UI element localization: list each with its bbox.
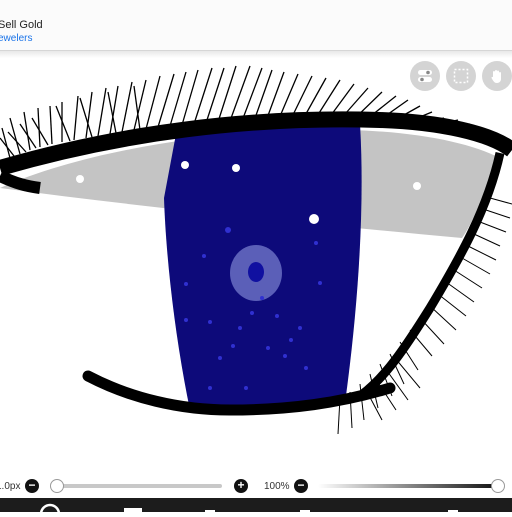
toolbar-icons bbox=[39, 503, 458, 517]
ad-subtitle[interactable]: ewelers bbox=[0, 33, 32, 44]
brush-size-increase-button[interactable]: + bbox=[234, 479, 248, 493]
brush-size-slider[interactable] bbox=[54, 484, 222, 488]
drawing-canvas[interactable] bbox=[0, 58, 512, 474]
ad-title[interactable]: Sell Gold bbox=[0, 19, 43, 31]
selection-icon bbox=[453, 68, 469, 84]
opacity-thumb[interactable] bbox=[491, 479, 505, 493]
brush-size-value: 1.0px bbox=[0, 481, 21, 492]
bottom-toolbar bbox=[0, 498, 512, 517]
layers-toggle-button[interactable] bbox=[410, 61, 440, 91]
pupil-inner bbox=[248, 262, 264, 282]
ad-banner[interactable]: Sell Gold ewelers bbox=[0, 0, 512, 51]
opacity-value: 100% bbox=[264, 481, 290, 492]
ad-divider bbox=[0, 51, 512, 58]
selection-button[interactable] bbox=[446, 61, 476, 91]
eye-drawing bbox=[0, 65, 512, 435]
hand-pan-button[interactable] bbox=[482, 61, 512, 91]
hand-pan-icon bbox=[491, 70, 501, 83]
brush-tool-icon bbox=[39, 503, 61, 517]
opacity-slider[interactable] bbox=[318, 484, 498, 488]
brush-size-decrease-button[interactable]: − bbox=[25, 479, 39, 493]
layers-toggle-icon bbox=[418, 70, 432, 82]
layer-tool-icon bbox=[124, 508, 142, 517]
opacity-decrease-button[interactable]: − bbox=[294, 479, 308, 493]
